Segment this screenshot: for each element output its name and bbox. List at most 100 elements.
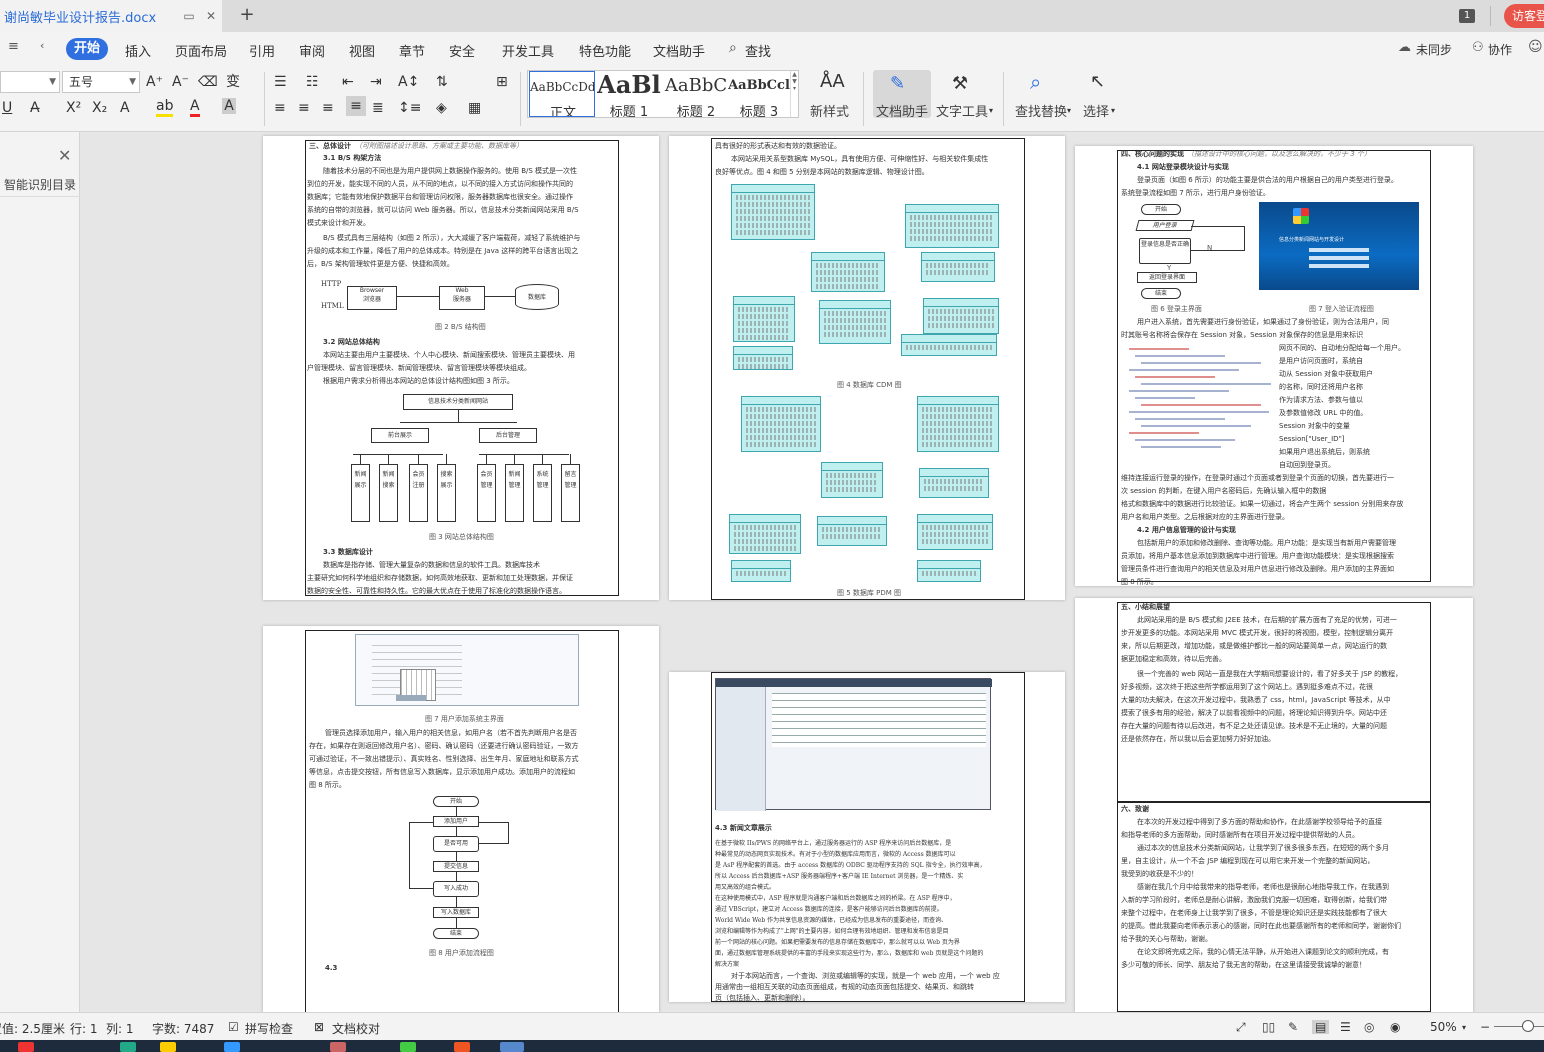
char-shading-icon[interactable]: A xyxy=(222,98,236,114)
borders-icon[interactable]: ▦ xyxy=(468,98,481,118)
align-left-icon[interactable]: ≡ xyxy=(274,98,286,118)
phonetic-icon[interactable]: 变 xyxy=(226,72,240,92)
share-icon[interactable]: ⚇ xyxy=(1472,40,1484,55)
app-icon[interactable] xyxy=(500,1042,524,1052)
new-tab-button[interactable]: + xyxy=(236,4,258,26)
line-spacing-icon[interactable]: ↕≡ xyxy=(398,98,421,118)
user-icon[interactable]: ☺ xyxy=(1528,39,1543,55)
style-heading-3[interactable]: AaBbCcl 标题 3 xyxy=(728,71,790,117)
text-direction-icon[interactable]: A↕ xyxy=(398,72,419,92)
align-right-icon[interactable]: ≡ xyxy=(322,98,334,118)
app-icon[interactable] xyxy=(18,1042,34,1052)
menu-features[interactable]: 特色功能 xyxy=(579,41,631,60)
window-count-badge[interactable]: 1 xyxy=(1459,9,1475,23)
strike-icon[interactable]: A̶ xyxy=(30,98,40,118)
app-icon[interactable] xyxy=(400,1042,416,1052)
dropdown-arrow-icon[interactable]: ▾ xyxy=(1111,101,1115,121)
page-view-icon[interactable]: ▤ xyxy=(1312,1020,1330,1034)
find-replace-label[interactable]: 查找替换 xyxy=(1015,101,1067,120)
text-tools-icon[interactable]: ⚒ xyxy=(952,74,968,94)
font-size-combo[interactable]: 五号 ▼ xyxy=(62,71,140,93)
cloud-sync-icon[interactable]: ☁ xyxy=(1398,40,1411,55)
bullets-icon[interactable]: ☰ xyxy=(274,72,287,92)
app-icon[interactable] xyxy=(120,1042,136,1052)
menu-review[interactable]: 审阅 xyxy=(299,41,325,60)
superscript-icon[interactable]: X² xyxy=(66,98,81,118)
close-icon[interactable]: ✕ xyxy=(58,146,71,165)
menu-page-layout[interactable]: 页面布局 xyxy=(175,41,227,60)
styles-scroll-icon[interactable]: ▲ ▼ ▾ xyxy=(790,71,798,117)
distributed-icon[interactable]: ≣ xyxy=(372,98,384,118)
shading-icon[interactable]: ◈ xyxy=(436,98,447,118)
decrease-indent-icon[interactable]: ⇤ xyxy=(342,72,354,92)
align-center-icon[interactable]: ≡ xyxy=(298,98,310,118)
shrink-font-icon[interactable]: A⁻ xyxy=(172,72,189,92)
fullscreen-icon[interactable]: ⤢ xyxy=(1236,1020,1246,1035)
numbering-icon[interactable]: ☷ xyxy=(306,72,319,92)
select-label[interactable]: 选择 xyxy=(1083,101,1109,120)
text-effect-icon[interactable]: A xyxy=(120,98,130,118)
style-heading-2[interactable]: AaBbC 标题 2 xyxy=(663,71,729,117)
outline-view-icon[interactable]: ☰ xyxy=(1340,1020,1351,1034)
web-view-icon[interactable]: ◎ xyxy=(1364,1020,1374,1034)
menu-insert[interactable]: 插入 xyxy=(125,41,151,60)
word-count[interactable]: 字数: 7487 xyxy=(152,1020,214,1037)
zoom-level[interactable]: 50% xyxy=(1430,1020,1457,1034)
grow-font-icon[interactable]: A⁺ xyxy=(146,72,163,92)
sort-icon[interactable]: ⇅ xyxy=(436,72,448,92)
eye-protect-icon[interactable]: ◉ xyxy=(1390,1020,1400,1034)
spell-check-icon[interactable]: ☑ xyxy=(228,1020,239,1034)
menu-security[interactable]: 安全 xyxy=(449,41,475,60)
find-replace-icon[interactable]: ⌕ xyxy=(1030,72,1041,92)
menu-icon[interactable]: ≡ xyxy=(8,39,19,54)
document-canvas[interactable]: 三、总体设计 （可附图描述设计思路、方案或主要功能、数据库等） 3.1 B/S … xyxy=(80,132,1544,1012)
sync-status[interactable]: 未同步 xyxy=(1416,41,1452,58)
new-style-icon[interactable]: ÅA xyxy=(820,72,845,92)
dropdown-arrow-icon[interactable]: ▾ xyxy=(989,101,993,121)
flow-check-label: 登录信息是否正确 xyxy=(1140,241,1189,248)
app-icon[interactable] xyxy=(160,1042,176,1052)
close-tab-icon[interactable]: ✕ xyxy=(200,9,222,23)
select-cursor-icon[interactable]: ↖ xyxy=(1090,72,1105,92)
subscript-icon[interactable]: X₂ xyxy=(92,98,107,118)
table-icon[interactable]: ⊞ xyxy=(496,72,508,92)
style-heading-1[interactable]: AaBl 标题 1 xyxy=(596,71,662,117)
text-tools-label[interactable]: 文字工具 xyxy=(936,101,988,120)
new-style-label[interactable]: 新样式 xyxy=(810,101,849,120)
proofread-button[interactable]: 文档校对 xyxy=(332,1020,380,1037)
edit-mode-icon[interactable]: ✎ xyxy=(1288,1020,1298,1034)
dropdown-arrow-icon[interactable]: ▾ xyxy=(1067,101,1071,121)
font-color-icon[interactable]: A xyxy=(190,98,200,117)
position-indicator[interactable]: 设置值: 2.5厘米 xyxy=(0,1020,65,1037)
font-name-combo[interactable]: ▼ xyxy=(0,71,60,93)
pin-icon[interactable]: ▭ xyxy=(178,9,200,23)
proofread-icon[interactable]: ⊠ xyxy=(314,1020,324,1034)
zoom-dropdown-icon[interactable]: ▾ xyxy=(1462,1023,1466,1032)
collaborate-button[interactable]: 协作 xyxy=(1488,41,1512,58)
zoom-slider[interactable] xyxy=(1494,1026,1544,1027)
menu-doc-assist[interactable]: 文档助手 xyxy=(653,41,705,60)
menu-search-icon[interactable]: ⌕ xyxy=(729,40,737,56)
visitor-login-button[interactable]: 访客登 xyxy=(1504,4,1544,28)
menu-arrow-icon[interactable]: ‹ xyxy=(40,39,44,52)
document-tab[interactable]: 谢尚敏毕业设计报告.docx ▭ ✕ xyxy=(0,0,222,32)
justify-icon[interactable]: ≡ xyxy=(346,96,366,116)
app-icon[interactable] xyxy=(454,1042,470,1052)
menu-section[interactable]: 章节 xyxy=(399,41,425,60)
highlight-icon[interactable]: ab xyxy=(156,98,174,117)
menu-reference[interactable]: 引用 xyxy=(249,41,275,60)
menu-start[interactable]: 开始 xyxy=(66,38,108,60)
style-normal[interactable]: AaBbCcDd 正文 xyxy=(529,71,595,117)
clear-format-icon[interactable]: ⌫ xyxy=(198,72,218,92)
menu-view[interactable]: 视图 xyxy=(349,41,375,60)
read-mode-icon[interactable]: ▯▯ xyxy=(1262,1020,1275,1034)
menu-search[interactable]: 查找 xyxy=(745,41,771,60)
spell-check-button[interactable]: 拼写检查 xyxy=(245,1020,293,1037)
increase-indent-icon[interactable]: ⇥ xyxy=(370,72,382,92)
zoom-slider-thumb[interactable] xyxy=(1522,1020,1534,1032)
menu-developer[interactable]: 开发工具 xyxy=(502,41,554,60)
app-icon[interactable] xyxy=(330,1042,346,1052)
app-icon[interactable] xyxy=(224,1042,240,1052)
zoom-out-icon[interactable]: − xyxy=(1480,1020,1490,1034)
underline-icon[interactable]: U xyxy=(2,98,12,118)
